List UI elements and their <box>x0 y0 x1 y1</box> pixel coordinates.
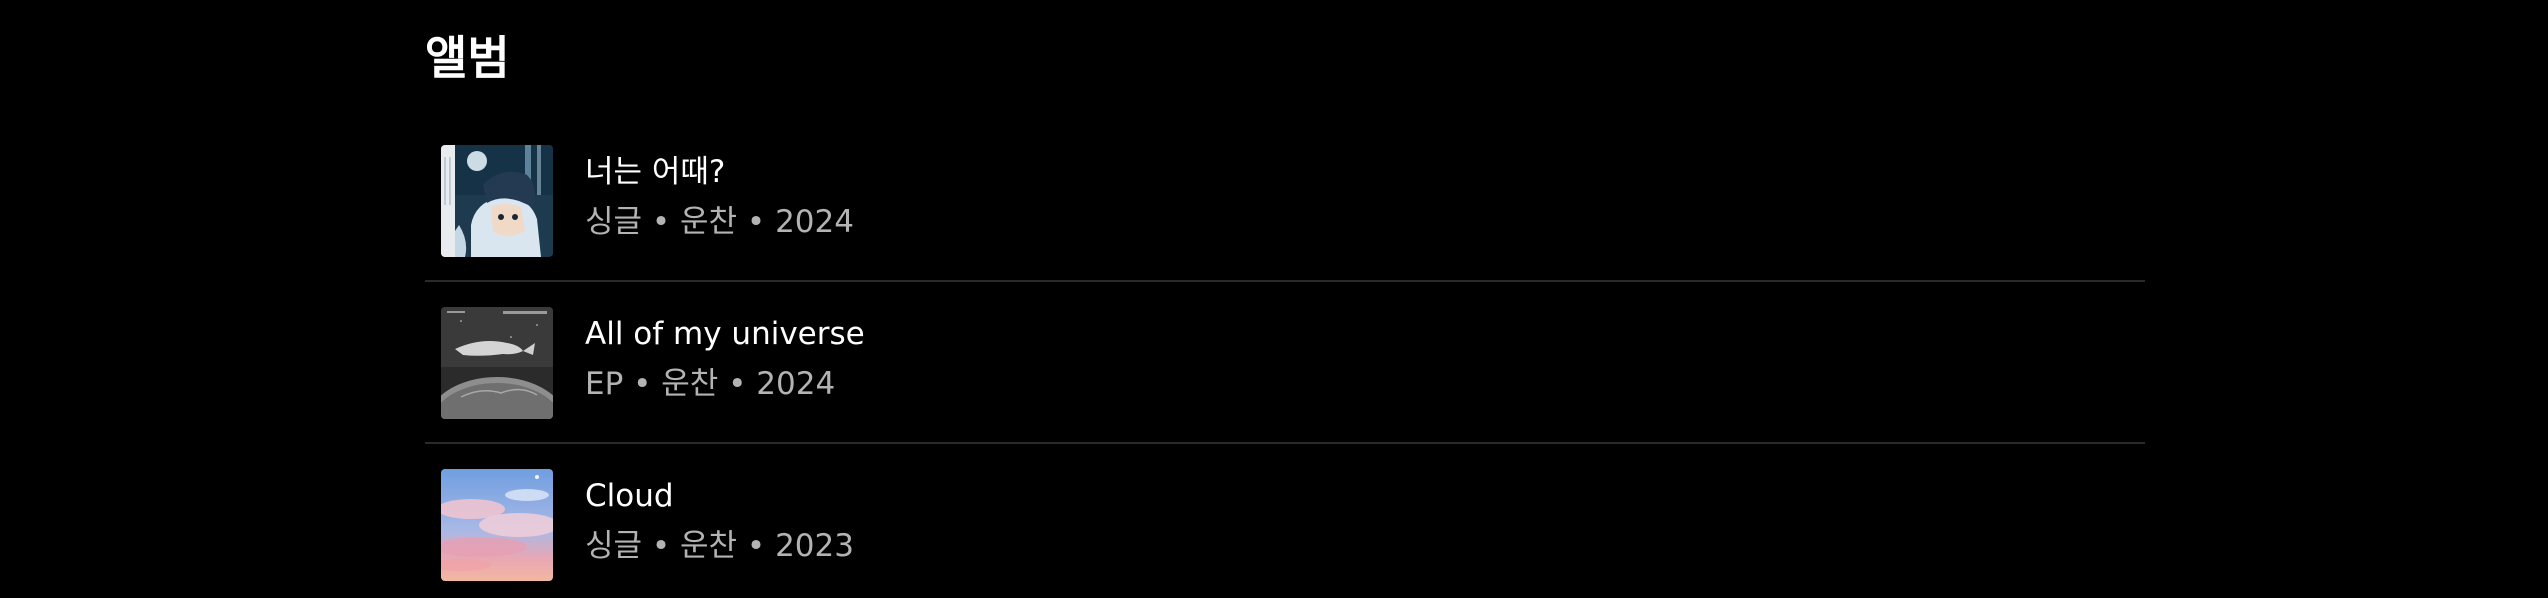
album-list: 너는 어때? 싱글 • 운찬 • 2024 All of my universe… <box>425 120 2145 598</box>
section-title: 앨범 <box>425 31 510 85</box>
album-cover-whale-planet[interactable] <box>441 307 553 419</box>
album-meta: EP • 운찬 • 2024 <box>585 366 836 402</box>
album-title[interactable]: Cloud <box>585 476 674 516</box>
album-meta: 싱글 • 운찬 • 2023 <box>585 528 854 564</box>
album-cover-sunset-clouds[interactable] <box>441 469 553 581</box>
album-title[interactable]: All of my universe <box>585 314 865 354</box>
album-row[interactable]: All of my universe EP • 운찬 • 2024 <box>425 282 2145 444</box>
whale-over-planet-cover-icon <box>441 307 553 419</box>
anime-character-cover-icon <box>441 145 553 257</box>
album-row[interactable]: 너는 어때? 싱글 • 운찬 • 2024 <box>425 120 2145 282</box>
album-row[interactable]: Cloud 싱글 • 운찬 • 2023 <box>425 444 2145 598</box>
album-title[interactable]: 너는 어때? <box>585 152 725 192</box>
album-cover-anime-character[interactable] <box>441 145 553 257</box>
sunset-clouds-cover-icon <box>441 469 553 581</box>
album-meta: 싱글 • 운찬 • 2024 <box>585 204 854 240</box>
